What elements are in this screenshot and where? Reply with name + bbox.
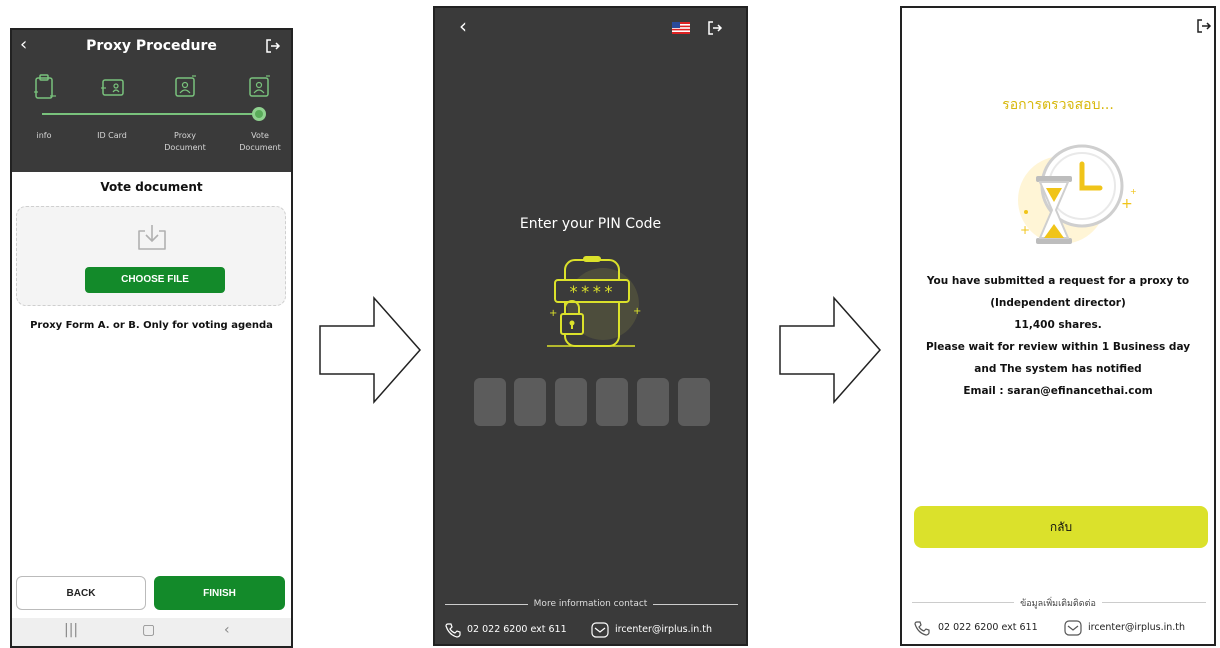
id-card-icon — [101, 79, 124, 96]
us-flag-icon[interactable] — [672, 22, 690, 34]
step-label-proxy-document: Proxy Document — [164, 131, 206, 152]
back-button[interactable]: BACK — [16, 576, 146, 610]
more-info-label: More information contact — [435, 599, 746, 609]
return-button[interactable]: กลับ — [914, 506, 1208, 548]
step-label-vote-document: Vote Document — [239, 131, 281, 152]
status-text: รอการตรวจสอบ... — [1002, 97, 1114, 113]
message-line: 11,400 shares. — [1014, 319, 1102, 331]
logout-icon[interactable] — [265, 38, 281, 54]
message-line: (Independent director) — [990, 297, 1126, 309]
recent-apps-icon[interactable]: ||| — [64, 622, 78, 638]
contact-row: 02 022 6200 ext 611 ircenter@irplus.in.t… — [914, 620, 1214, 640]
phone-number[interactable]: 02 022 6200 ext 611 — [467, 624, 567, 635]
pin-digit-3[interactable] — [555, 378, 587, 426]
proxy-procedure-screen: ‹ Proxy Procedure info ID Card Proxy Doc… — [10, 28, 293, 648]
svg-text:+: + — [633, 306, 641, 317]
pin-title: Enter your PIN Code — [519, 216, 662, 232]
pin-digit-1[interactable] — [474, 378, 506, 426]
flow-arrow-icon — [319, 296, 422, 404]
step-progress-bar — [42, 113, 264, 115]
vote-doc-icon — [249, 75, 270, 97]
home-icon[interactable]: ▢ — [142, 622, 155, 638]
email-address[interactable]: ircenter@irplus.in.th — [615, 624, 712, 635]
logout-icon[interactable] — [707, 20, 723, 36]
message-line: Email : saran@efinancethai.com — [963, 385, 1153, 397]
current-step-indicator — [252, 107, 266, 121]
confirmation-message: You have submitted a request for a proxy… — [902, 270, 1214, 402]
flow-arrow-icon — [779, 296, 882, 404]
message-line: Please wait for review within 1 Business… — [925, 341, 1191, 353]
svg-text:+: + — [549, 308, 557, 319]
pin-code-screen: ‹ Enter your PIN Code **** + + More info… — [433, 6, 748, 646]
finish-button[interactable]: FINISH — [154, 576, 285, 610]
pin-digit-5[interactable] — [637, 378, 669, 426]
header-bar: ‹ Proxy Procedure info ID Card Proxy Doc… — [12, 30, 291, 172]
step-icons-row — [12, 74, 291, 104]
more-info-text: More information contact — [527, 599, 654, 609]
message-line: and The system has notified — [974, 363, 1142, 375]
contact-row: 02 022 6200 ext 611 ircenter@irplus.in.t… — [445, 622, 745, 642]
svg-text:+: + — [1020, 223, 1030, 237]
pin-digit-6[interactable] — [678, 378, 710, 426]
step-label-id-card: ID Card — [97, 131, 127, 140]
email-icon — [591, 622, 609, 638]
pin-digit-2[interactable] — [514, 378, 546, 426]
more-info-label: ข้อมูลเพิ่มเติมติดต่อ — [902, 596, 1214, 610]
message-line: You have submitted a request for a proxy… — [926, 275, 1190, 287]
svg-text:+: + — [1121, 196, 1133, 212]
hourglass-clock-illustration: + + + — [1018, 144, 1137, 244]
pin-input-group[interactable] — [474, 378, 710, 426]
more-info-text: ข้อมูลเพิ่มเติมติดต่อ — [1014, 599, 1102, 609]
upload-note: Proxy Form A. or B. Only for voting agen… — [30, 320, 273, 331]
email-address[interactable]: ircenter@irplus.in.th — [1088, 622, 1185, 633]
form-icon — [34, 74, 56, 99]
email-icon — [1064, 620, 1082, 636]
pin-lock-illustration: **** + + — [547, 256, 641, 347]
android-nav-bar: ||| ▢ ‹ — [12, 618, 291, 646]
pending-review-screen: รอการตรวจสอบ... + + + You have submitted… — [900, 6, 1216, 646]
pin-mask: **** — [569, 282, 616, 301]
pin-digit-4[interactable] — [596, 378, 628, 426]
page-title: Proxy Procedure — [86, 38, 217, 54]
phone-number[interactable]: 02 022 6200 ext 611 — [938, 622, 1038, 633]
phone-icon — [445, 623, 461, 638]
download-icon — [138, 225, 166, 250]
chevron-left-icon[interactable]: ‹ — [459, 14, 467, 38]
step-label-info: info — [36, 131, 52, 140]
file-dropzone[interactable]: CHOOSE FILE — [16, 206, 286, 306]
choose-file-button[interactable]: CHOOSE FILE — [85, 267, 225, 293]
proxy-doc-icon — [175, 75, 196, 97]
sheet-title: Vote document — [100, 180, 203, 194]
phone-icon — [914, 621, 930, 636]
nav-back-icon[interactable]: ‹ — [224, 622, 230, 638]
logout-icon[interactable] — [1196, 18, 1212, 34]
svg-text:+: + — [1130, 187, 1137, 196]
